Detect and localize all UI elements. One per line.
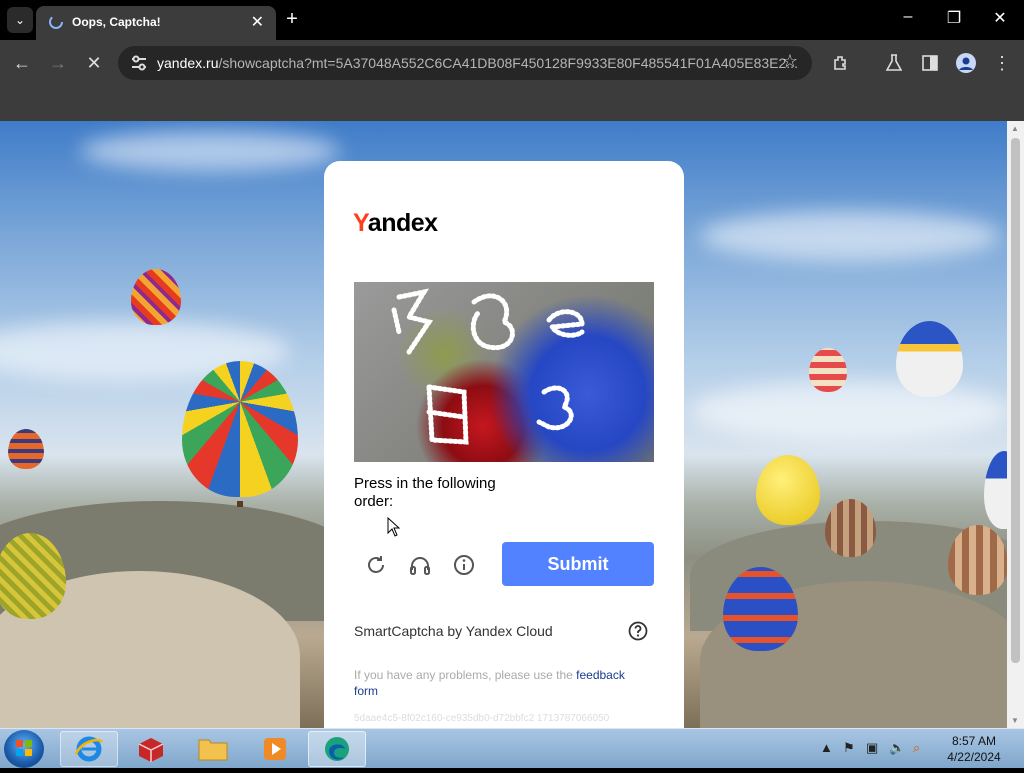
folder-icon — [198, 739, 228, 761]
taskbar-clock[interactable]: 8:57 AM 4/22/2024 — [946, 733, 1002, 765]
captcha-card: Yandex Press in the following order: Sub… — [324, 161, 684, 728]
hot-air-balloon — [984, 451, 1007, 529]
new-tab-button[interactable]: + — [283, 8, 301, 31]
info-icon[interactable] — [452, 553, 476, 577]
scroll-down-arrow-icon[interactable]: ▼ — [1011, 716, 1019, 725]
captcha-image[interactable] — [354, 282, 654, 462]
close-icon: ✕ — [86, 52, 102, 73]
scrollbar-thumb[interactable] — [1011, 138, 1020, 663]
url-text: yandex.ru/showcaptcha?mt=5A37048A552C6CA… — [157, 55, 798, 71]
background-cloud — [690, 381, 1007, 441]
taskbar-file-explorer[interactable] — [184, 731, 242, 767]
yandex-logo: Yandex — [353, 209, 438, 238]
windows-taskbar: ▲ ⚑ ▣ 🔈 ⌕ 8:57 AM 4/22/2024 — [0, 728, 1024, 768]
hot-air-balloon — [948, 525, 1007, 595]
captcha-glyph — [546, 309, 585, 338]
smartcaptcha-brand: SmartCaptcha by Yandex Cloud — [354, 623, 553, 639]
tab-search-button[interactable]: ⌄ — [7, 7, 33, 33]
browser-tab-bar: ⌄ Oops, Captcha! ✕ + – ❐ ✕ — [0, 0, 1024, 40]
chevron-down-icon: ⌄ — [14, 13, 26, 27]
stop-loading-button[interactable]: ✕ — [81, 50, 107, 76]
extensions-icon[interactable] — [828, 50, 854, 76]
captcha-glyph — [470, 293, 515, 351]
mouse-cursor-icon — [387, 517, 401, 537]
show-hidden-icons-arrow[interactable]: ▲ — [820, 740, 833, 755]
start-button[interactable] — [4, 730, 44, 768]
tab-title: Oops, Captcha! — [72, 15, 161, 29]
help-question-icon[interactable] — [628, 621, 648, 641]
footer-problems-text: If you have any problems, please use the… — [354, 667, 644, 699]
minimize-button[interactable]: – — [898, 8, 918, 26]
address-bar[interactable]: yandex.ru/showcaptcha?mt=5A37048A552C6CA… — [118, 46, 812, 80]
close-tab-icon[interactable]: ✕ — [251, 12, 264, 32]
taskbar-edge-browser[interactable] — [308, 731, 366, 767]
captcha-glyph — [396, 288, 434, 355]
background-cloud — [700, 211, 1000, 261]
taskbar-app-red[interactable] — [122, 731, 180, 767]
arrow-right-icon: → — [49, 52, 67, 73]
forward-button[interactable]: → — [45, 50, 71, 76]
logo-text: andex — [367, 209, 438, 237]
arrow-left-icon: ← — [13, 52, 31, 73]
clock-date: 4/22/2024 — [947, 750, 1001, 764]
submit-button[interactable]: Submit — [502, 542, 654, 586]
captcha-glyph — [391, 307, 402, 335]
request-id: 5daae4c5-8f02c160-ce935db0-d72bbfc2 1713… — [354, 713, 610, 724]
hot-air-balloon — [131, 269, 181, 325]
browser-tab-active[interactable]: Oops, Captcha! ✕ — [36, 6, 276, 40]
restore-button[interactable]: ❐ — [944, 8, 964, 28]
loading-icon — [49, 15, 63, 29]
hot-air-balloon — [756, 455, 820, 525]
close-window-button[interactable]: ✕ — [990, 8, 1010, 28]
hot-air-balloon — [182, 361, 298, 497]
hot-air-balloon — [8, 429, 44, 469]
captcha-page-background: Yandex Press in the following order: Sub… — [0, 121, 1007, 728]
captcha-glyph — [426, 384, 469, 445]
scroll-up-arrow-icon[interactable]: ▲ — [1011, 124, 1019, 133]
url-path: /showcaptcha?mt=5A37048A552C6CA41DB08F45… — [218, 55, 798, 71]
browser-toolbar: ← → ✕ yandex.ru/showcaptcha?mt=5A37048A5… — [0, 40, 1024, 85]
page-scrollbar[interactable]: ▲ ▼ — [1007, 121, 1024, 728]
logo-letter-y: Y — [353, 209, 368, 237]
footer-text: If you have any problems, please use the — [354, 668, 577, 682]
bookmark-star-icon[interactable]: ☆ — [782, 51, 798, 72]
side-panel-icon[interactable] — [917, 50, 943, 76]
hot-air-balloon — [809, 348, 847, 392]
clock-time: 8:57 AM — [951, 734, 997, 748]
taskbar-media-player[interactable] — [246, 731, 304, 767]
volume-icon[interactable]: 🔈 — [889, 740, 905, 756]
action-center-flag-icon[interactable]: ⚑ — [843, 740, 855, 756]
labs-flask-icon[interactable] — [881, 50, 907, 76]
hot-air-balloon — [825, 499, 876, 557]
menu-kebab-icon[interactable]: ⋮ — [989, 50, 1015, 76]
hot-air-balloon — [896, 321, 963, 397]
balloon-basket — [237, 501, 243, 507]
captcha-glyph — [536, 385, 574, 431]
bookmarks-bar — [0, 85, 1024, 121]
red-box-app-icon — [138, 738, 164, 762]
profile-avatar-icon[interactable] — [953, 50, 979, 76]
media-player-icon — [264, 738, 286, 760]
edge-browser-icon — [325, 737, 349, 761]
audio-headphones-icon[interactable] — [408, 553, 432, 577]
search-magnifier-icon[interactable]: ⌕ — [913, 740, 920, 756]
taskbar-internet-explorer[interactable] — [60, 731, 118, 767]
network-icon[interactable]: ▣ — [866, 740, 878, 756]
background-cloud — [80, 131, 340, 171]
windows-logo-icon — [16, 740, 32, 756]
refresh-icon[interactable] — [364, 553, 388, 577]
captcha-prompt: Press in the following order: — [354, 475, 496, 510]
captcha-glyphs — [391, 288, 585, 445]
site-info-icon — [132, 55, 146, 71]
url-host: yandex.ru — [157, 55, 219, 71]
internet-explorer-icon — [74, 736, 104, 762]
back-button[interactable]: ← — [9, 50, 35, 76]
